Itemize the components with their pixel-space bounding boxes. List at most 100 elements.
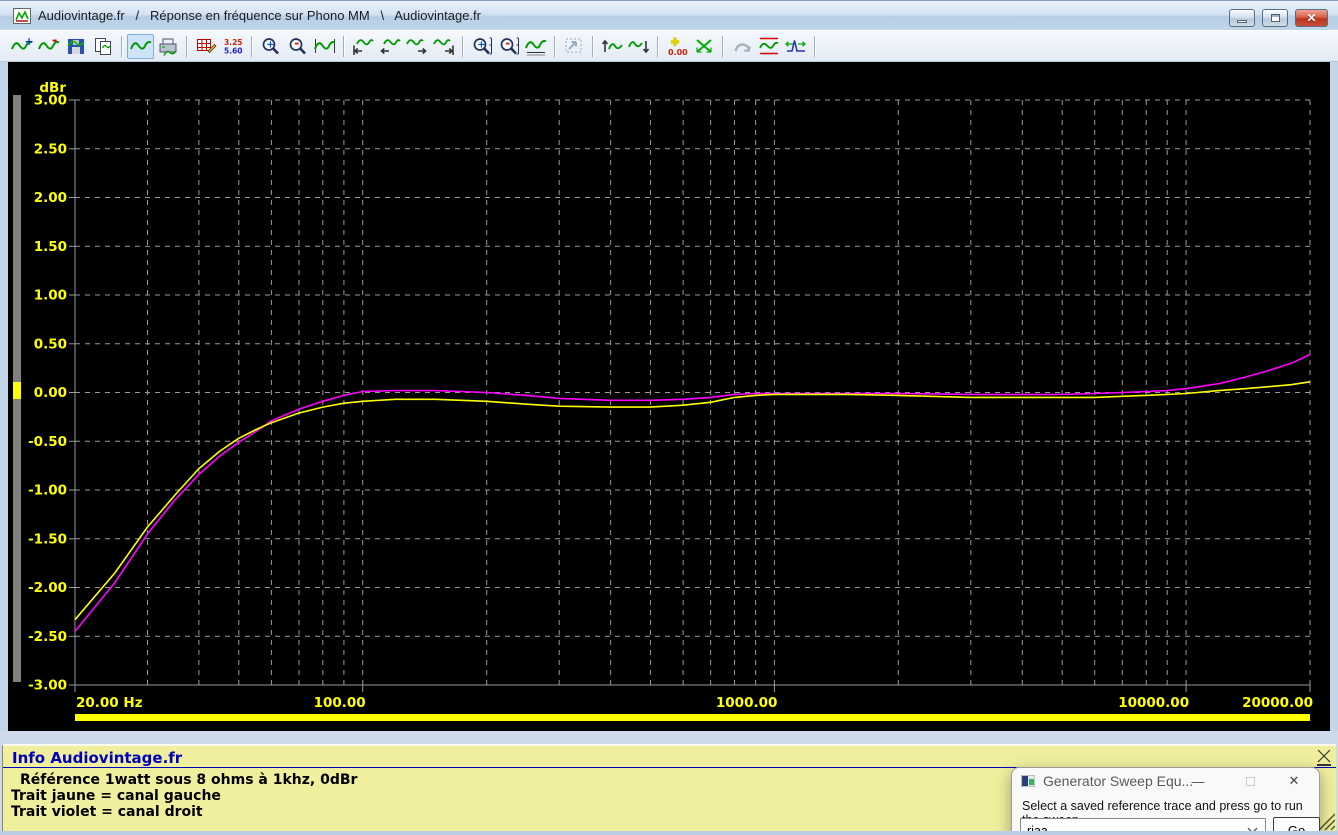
minimize-icon (1237, 20, 1247, 23)
dialog-title: Generator Sweep Equ... (1043, 773, 1194, 789)
toolbar-separator (251, 35, 252, 57)
lower-area: Info Audiovintage.fr Référence 1watt sou… (0, 731, 1338, 835)
svg-text:+: + (266, 40, 274, 51)
y-axis-tick-label: -1.50 (28, 531, 67, 547)
y-axis-tick-label: 2.50 (34, 141, 67, 157)
print-icon (159, 38, 177, 56)
dialog-maximize-icon (1245, 776, 1255, 786)
edit-points-button (560, 34, 587, 59)
info-panel-close-icon[interactable] (1316, 748, 1332, 764)
chart-svg: 3.002.502.001.501.000.500.00-0.50-1.00-1… (28, 80, 1313, 711)
show-values-button[interactable]: 3.25 5.60 (219, 34, 246, 59)
toolbar-separator (554, 35, 555, 57)
dialog-close-button[interactable]: ✕ (1284, 772, 1304, 790)
y-axis-tick-label: 0.50 (34, 336, 67, 352)
subtract-trace-button[interactable]: - (35, 34, 62, 59)
sweep-progress-bar (75, 714, 1310, 721)
flip-button (728, 34, 755, 59)
zoom-out-icon: - (289, 36, 306, 55)
wave-down-icon (627, 41, 649, 54)
limit-lines-button[interactable] (755, 34, 782, 59)
svg-text:5.60: 5.60 (224, 47, 243, 56)
next-record-button[interactable] (403, 34, 430, 59)
svg-text:-: - (52, 36, 57, 49)
wave-plus-icon: + (10, 36, 33, 50)
y-axis-tick-label: -2.50 (28, 629, 67, 645)
svg-text:-: - (505, 36, 510, 50)
y-axis-tick-label: -3.00 (28, 678, 67, 694)
toolbar: + - 3.25 5.60 + - + - 0.00 (0, 30, 1338, 62)
wave-icon (129, 40, 151, 50)
waveform-chart-icon (13, 7, 31, 24)
dialog-title-bar[interactable]: Generator Sweep Equ... — ✕ (1012, 768, 1319, 794)
autoscale-y-button[interactable] (522, 34, 549, 59)
copy-trace-button[interactable] (89, 34, 116, 59)
splice-icon (695, 39, 712, 53)
shift-up-button[interactable] (598, 34, 625, 59)
toolbar-separator (462, 35, 463, 57)
y-axis-tick-label: -0.50 (28, 434, 67, 450)
restore-button[interactable] (1262, 9, 1288, 27)
toolbar-separator (121, 35, 122, 57)
measure-icon (784, 40, 806, 52)
info-panel-title: Info Audiovintage.fr (12, 749, 183, 767)
restore-icon (1270, 14, 1280, 22)
zoom-y-out-button[interactable]: - (495, 34, 522, 59)
svg-text:+: + (477, 40, 485, 51)
x-axis-tick-label: 100.00 (314, 695, 366, 711)
y-axis-title: dBr (39, 80, 66, 96)
info-panel: Info Audiovintage.fr Référence 1watt sou… (2, 744, 1336, 835)
zoomy-in-icon: + (473, 37, 492, 55)
go-prev-icon (379, 39, 401, 55)
title-bar[interactable]: Audiovintage.fr / Réponse en fréquence s… (0, 0, 1338, 30)
window-bottom-border (0, 831, 1338, 835)
toolbar-separator (814, 35, 815, 57)
cursor-measure-button[interactable] (782, 34, 809, 59)
plus-000-icon: 0.00 (668, 37, 688, 56)
x-axis-tick-label: 1000.00 (716, 695, 778, 711)
y-axis-tick-label: 2.00 (34, 190, 67, 206)
application-window: Audiovintage.fr / Réponse en fréquence s… (0, 0, 1338, 835)
edit-table-button[interactable] (192, 34, 219, 59)
copy-icon (94, 38, 111, 55)
zoom-y-in-button[interactable]: + (468, 34, 495, 59)
add-trace-button[interactable]: + (8, 34, 35, 59)
close-button[interactable]: ✕ (1295, 9, 1328, 27)
toolbar-separator (186, 35, 187, 57)
zoom-x-out-button[interactable]: - (284, 34, 311, 59)
shift-down-button[interactable] (625, 34, 652, 59)
zoom-x-in-button[interactable]: + (257, 34, 284, 59)
x-axis-tick-label: 20000.00 (1242, 695, 1313, 711)
table-icon (196, 39, 217, 54)
full-scale-x-button[interactable] (311, 34, 338, 59)
y-axis-tick-label: 0.00 (34, 385, 67, 401)
window-title: Audiovintage.fr / Réponse en fréquence s… (38, 8, 481, 23)
previous-record-button[interactable] (376, 34, 403, 59)
svg-text:-: - (294, 36, 299, 50)
go-first-icon (352, 39, 374, 55)
save-trace-button[interactable] (62, 34, 89, 59)
save-icon (66, 39, 85, 54)
go-last-icon (432, 39, 454, 55)
minimize-button[interactable] (1229, 9, 1255, 27)
toolbar-separator (343, 35, 344, 57)
close-icon: ✕ (1306, 11, 1317, 25)
limits-icon (758, 37, 778, 55)
y-axis-tick-label: -1.00 (28, 483, 67, 499)
y-axis-tick-label: 1.50 (34, 239, 67, 255)
zoom-in-icon: + (262, 38, 279, 55)
zero-offset-button[interactable]: 0.00 (663, 34, 690, 59)
dialog-maximize-button[interactable] (1240, 772, 1260, 790)
y-axis-tick-label: -2.00 (28, 580, 67, 596)
print-graph-button[interactable] (154, 34, 181, 59)
last-record-button[interactable] (430, 34, 457, 59)
wave-up-icon (601, 39, 623, 52)
first-record-button[interactable] (349, 34, 376, 59)
dialog-minimize-button[interactable]: — (1188, 772, 1208, 790)
x-axis-tick-label: 10000.00 (1118, 695, 1189, 711)
toolbar-separator (722, 35, 723, 57)
display-graph-button[interactable] (127, 33, 154, 59)
info-line-right-channel: Trait violet = canal droit (11, 804, 203, 820)
splice-button[interactable] (690, 34, 717, 59)
info-panel-minimize-icon[interactable] (1317, 764, 1331, 766)
